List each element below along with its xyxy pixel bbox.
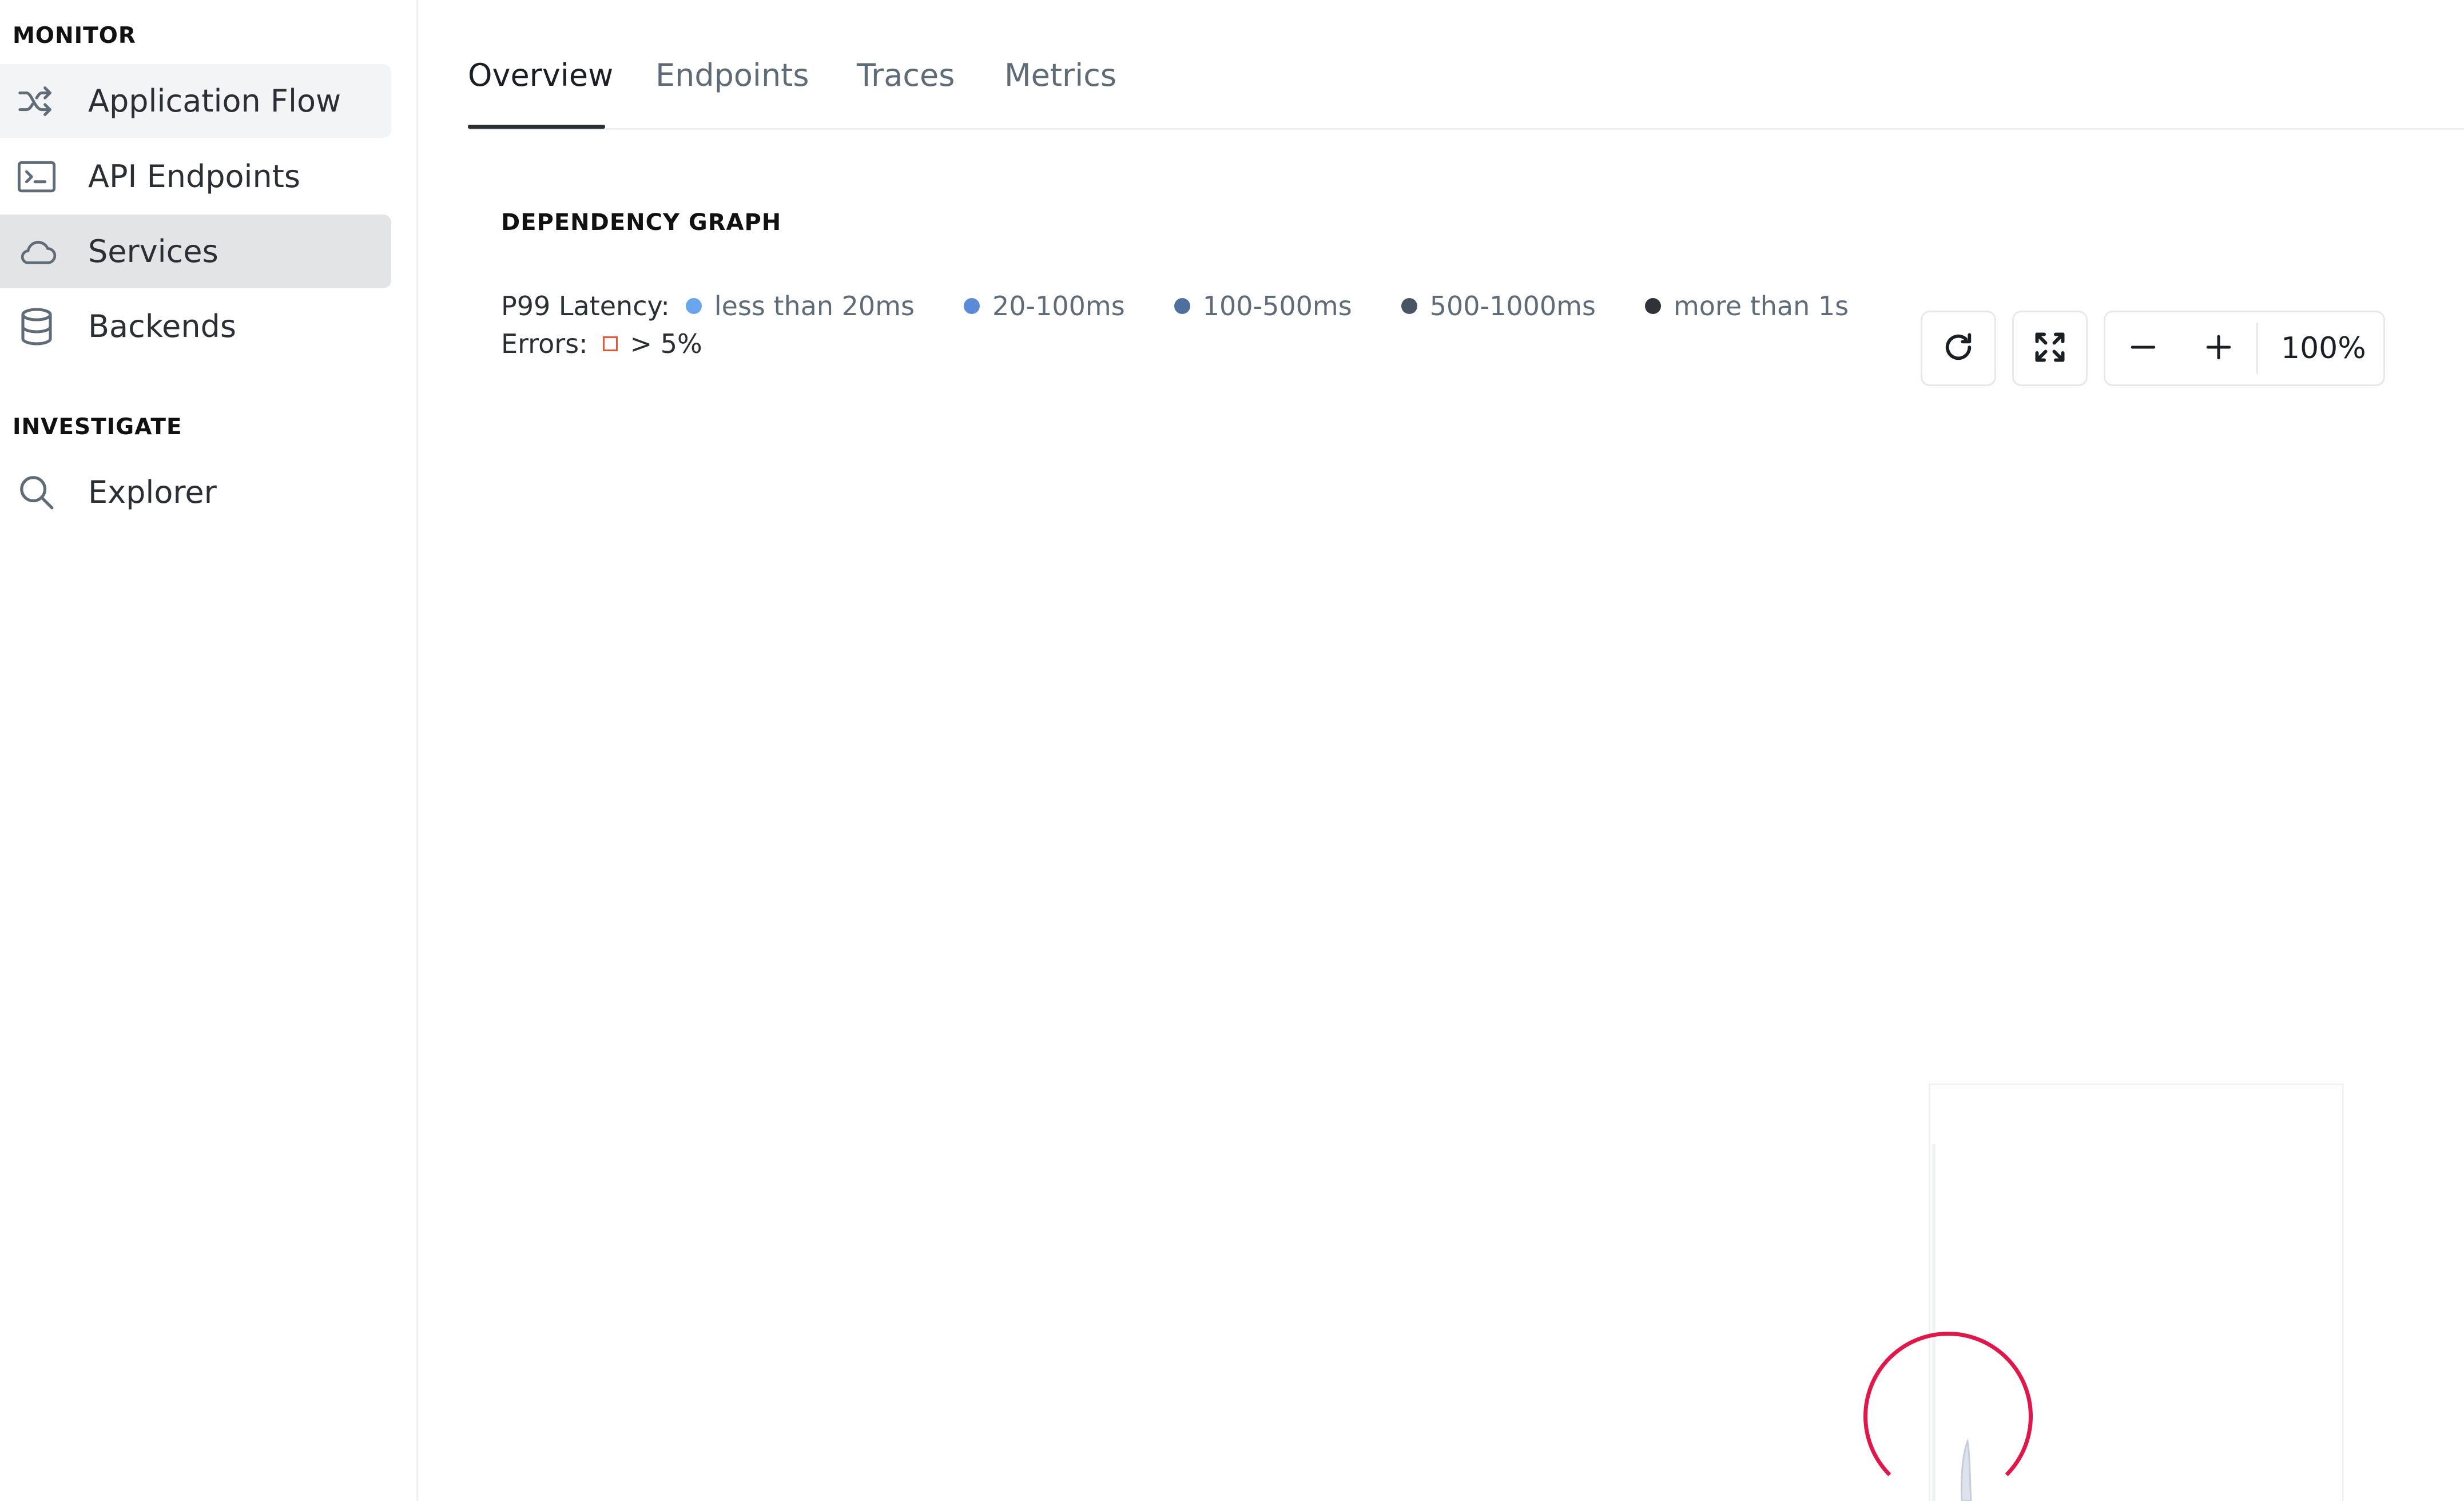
fullscreen-button[interactable] — [2012, 311, 2088, 386]
expand-icon — [2033, 330, 2067, 367]
active-tab-indicator — [468, 125, 605, 129]
investigate-section-title: INVESTIGATE — [13, 414, 182, 440]
zoom-out-button[interactable] — [2105, 312, 2181, 384]
errors-legend: Errors: > 5% — [501, 328, 702, 359]
latency-label: P99 Latency: — [501, 291, 670, 321]
legend-item: 20-100ms — [963, 291, 1125, 321]
tab-traces[interactable]: Traces — [857, 57, 955, 93]
zoom-level: 100% — [2281, 331, 2366, 366]
tab-overview[interactable]: Overview — [468, 57, 613, 93]
sidebar: MONITOR Application Flow API Endpoints S… — [0, 0, 418, 1501]
graph-title: DEPENDENCY GRAPH — [501, 209, 782, 236]
zoom-controls: 100% — [2104, 311, 2385, 386]
legend-label: more than 1s — [1673, 291, 1849, 321]
monitor-section-title: MONITOR — [13, 23, 136, 49]
sidebar-item-explorer[interactable]: Explorer — [0, 455, 391, 529]
legend-dot — [1401, 298, 1417, 314]
plus-icon — [2204, 333, 2233, 364]
legend-item: more than 1s — [1644, 291, 1849, 321]
sidebar-item-application-flow[interactable]: Application Flow — [0, 64, 391, 138]
legend-dot — [963, 298, 980, 314]
legend-label: less than 20ms — [714, 291, 915, 321]
legend-item: 500-1000ms — [1401, 291, 1596, 321]
sidebar-item-services[interactable]: Services — [0, 215, 391, 288]
legend-item: 100-500ms — [1174, 291, 1352, 321]
sidebar-item-label: Explorer — [88, 474, 217, 510]
legend-label: 100-500ms — [1202, 291, 1352, 321]
database-icon — [16, 306, 57, 347]
latency-legend: P99 Latency: less than 20ms 20-100ms 100… — [501, 291, 1898, 321]
cloud-icon — [16, 231, 57, 272]
legend-item: less than 20ms — [685, 291, 915, 321]
legend-dot — [1644, 298, 1661, 314]
tab-metrics[interactable]: Metrics — [1004, 57, 1116, 93]
legend-label: 20-100ms — [992, 291, 1125, 321]
refresh-icon — [1942, 331, 1975, 366]
shuffle-icon — [16, 81, 57, 122]
sidebar-item-backends[interactable]: Backends — [0, 289, 391, 363]
sidebar-item-label: Application Flow — [88, 83, 341, 119]
errors-label: Errors: — [501, 328, 588, 359]
zoom-in-button[interactable] — [2181, 312, 2256, 384]
legend-dot — [685, 298, 702, 314]
terminal-icon — [16, 156, 57, 197]
refresh-button[interactable] — [1921, 311, 1996, 386]
sidebar-item-label: API Endpoints — [88, 158, 301, 194]
search-icon — [16, 472, 57, 513]
legend-label: 500-1000ms — [1429, 291, 1596, 321]
sidebar-item-api-endpoints[interactable]: API Endpoints — [0, 140, 391, 213]
sidebar-item-label: Services — [88, 233, 218, 269]
error-box-icon — [602, 336, 618, 351]
tab-endpoints[interactable]: Endpoints — [655, 57, 809, 93]
highlight-circle — [1863, 1332, 2033, 1501]
legend-dot — [1174, 298, 1190, 314]
sidebar-item-label: Backends — [88, 308, 237, 344]
minus-icon — [2129, 333, 2157, 364]
errors-value: > 5% — [630, 328, 702, 359]
